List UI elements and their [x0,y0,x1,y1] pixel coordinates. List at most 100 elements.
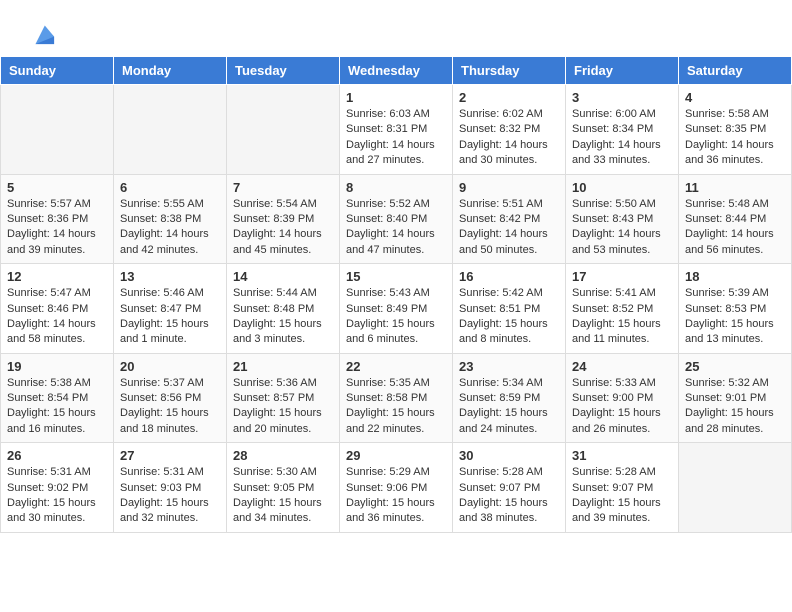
calendar-cell: 10Sunrise: 5:50 AM Sunset: 8:43 PM Dayli… [566,174,679,264]
day-number: 23 [459,359,559,374]
day-number: 20 [120,359,220,374]
day-number: 4 [685,90,785,105]
calendar-cell [679,443,792,533]
day-number: 6 [120,180,220,195]
day-info: Sunrise: 5:51 AM Sunset: 8:42 PM Dayligh… [459,197,559,259]
day-info: Sunrise: 5:31 AM Sunset: 9:03 PM Dayligh… [120,465,220,527]
day-number: 22 [346,359,446,374]
day-info: Sunrise: 5:35 AM Sunset: 8:58 PM Dayligh… [346,376,446,438]
day-info: Sunrise: 5:38 AM Sunset: 8:54 PM Dayligh… [7,376,107,438]
calendar-cell: 27 Sunrise: 5:31 AM Sunset: 9:03 PM Dayli… [114,443,227,533]
day-info: Sunrise: 5:30 AM Sunset: 9:05 PM Dayligh… [233,465,333,527]
calendar-cell: 24 Sunrise: 5:33 AM Sunset: 9:00 PM Dayli… [566,353,679,443]
weekday-header-wednesday: Wednesday [340,57,453,85]
day-info: Sunrise: 6:00 AM Sunset: 8:34 PM Dayligh… [572,107,672,169]
calendar-header: SundayMondayTuesdayWednesdayThursdayFrid… [1,57,792,85]
day-number: 17 [572,269,672,284]
day-info: Sunrise: 5:43 AM Sunset: 8:49 PM Dayligh… [346,286,446,348]
calendar-cell: 14Sunrise: 5:44 AM Sunset: 8:48 PM Dayli… [227,264,340,354]
calendar-cell: 16 Sunrise: 5:42 AM Sunset: 8:51 PM Dayli… [453,264,566,354]
day-number: 19 [7,359,107,374]
calendar-cell: 28 Sunrise: 5:30 AM Sunset: 9:05 PM Dayli… [227,443,340,533]
logo [24,18,56,46]
calendar: SundayMondayTuesdayWednesdayThursdayFrid… [0,56,792,533]
day-info: Sunrise: 5:31 AM Sunset: 9:02 PM Dayligh… [7,465,107,527]
day-number: 28 [233,448,333,463]
day-number: 13 [120,269,220,284]
day-info: Sunrise: 5:39 AM Sunset: 8:53 PM Dayligh… [685,286,785,348]
calendar-cell: 21 Sunrise: 5:36 AM Sunset: 8:57 PM Dayli… [227,353,340,443]
day-info: Sunrise: 5:41 AM Sunset: 8:52 PM Dayligh… [572,286,672,348]
page-container: SundayMondayTuesdayWednesdayThursdayFrid… [0,0,792,533]
calendar-cell: 3Sunrise: 6:00 AM Sunset: 8:34 PM Daylig… [566,85,679,175]
day-info: Sunrise: 5:47 AM Sunset: 8:46 PM Dayligh… [7,286,107,348]
day-number: 16 [459,269,559,284]
day-info: Sunrise: 5:54 AM Sunset: 8:39 PM Dayligh… [233,197,333,259]
day-number: 29 [346,448,446,463]
day-number: 25 [685,359,785,374]
weekday-header-tuesday: Tuesday [227,57,340,85]
calendar-cell: 13 Sunrise: 5:46 AM Sunset: 8:47 PM Dayli… [114,264,227,354]
calendar-cell: 29 Sunrise: 5:29 AM Sunset: 9:06 PM Dayli… [340,443,453,533]
calendar-cell: 2 Sunrise: 6:02 AM Sunset: 8:32 PM Daylig… [453,85,566,175]
calendar-cell: 31 Sunrise: 5:28 AM Sunset: 9:07 PM Dayli… [566,443,679,533]
day-number: 2 [459,90,559,105]
day-info: Sunrise: 5:44 AM Sunset: 8:48 PM Dayligh… [233,286,333,348]
calendar-cell [227,85,340,175]
day-number: 7 [233,180,333,195]
calendar-cell: 30Sunrise: 5:28 AM Sunset: 9:07 PM Dayli… [453,443,566,533]
day-info: Sunrise: 6:02 AM Sunset: 8:32 PM Dayligh… [459,107,559,169]
header [0,0,792,56]
logo-icon [28,18,56,46]
calendar-cell: 17 Sunrise: 5:41 AM Sunset: 8:52 PM Dayli… [566,264,679,354]
weekday-header-friday: Friday [566,57,679,85]
calendar-cell: 22 Sunrise: 5:35 AM Sunset: 8:58 PM Dayli… [340,353,453,443]
weekday-header-thursday: Thursday [453,57,566,85]
day-number: 10 [572,180,672,195]
calendar-cell: 9 Sunrise: 5:51 AM Sunset: 8:42 PM Daylig… [453,174,566,264]
day-info: Sunrise: 5:37 AM Sunset: 8:56 PM Dayligh… [120,376,220,438]
calendar-cell: 12Sunrise: 5:47 AM Sunset: 8:46 PM Dayli… [1,264,114,354]
calendar-body: 1Sunrise: 6:03 AM Sunset: 8:31 PM Daylig… [1,85,792,533]
calendar-cell: 1Sunrise: 6:03 AM Sunset: 8:31 PM Daylig… [340,85,453,175]
day-number: 30 [459,448,559,463]
day-number: 9 [459,180,559,195]
day-number: 31 [572,448,672,463]
header-row: SundayMondayTuesdayWednesdayThursdayFrid… [1,57,792,85]
calendar-row: 26Sunrise: 5:31 AM Sunset: 9:02 PM Dayli… [1,443,792,533]
day-info: Sunrise: 5:48 AM Sunset: 8:44 PM Dayligh… [685,197,785,259]
calendar-row: 5 Sunrise: 5:57 AM Sunset: 8:36 PM Daylig… [1,174,792,264]
calendar-row: 12Sunrise: 5:47 AM Sunset: 8:46 PM Dayli… [1,264,792,354]
day-info: Sunrise: 5:46 AM Sunset: 8:47 PM Dayligh… [120,286,220,348]
calendar-row: 19 Sunrise: 5:38 AM Sunset: 8:54 PM Dayli… [1,353,792,443]
calendar-cell: 7 Sunrise: 5:54 AM Sunset: 8:39 PM Daylig… [227,174,340,264]
calendar-cell [114,85,227,175]
weekday-header-sunday: Sunday [1,57,114,85]
calendar-cell: 19 Sunrise: 5:38 AM Sunset: 8:54 PM Dayli… [1,353,114,443]
day-number: 5 [7,180,107,195]
calendar-cell [1,85,114,175]
day-number: 11 [685,180,785,195]
day-info: Sunrise: 5:33 AM Sunset: 9:00 PM Dayligh… [572,376,672,438]
calendar-cell: 6Sunrise: 5:55 AM Sunset: 8:38 PM Daylig… [114,174,227,264]
day-number: 15 [346,269,446,284]
calendar-cell: 18Sunrise: 5:39 AM Sunset: 8:53 PM Dayli… [679,264,792,354]
day-info: Sunrise: 5:34 AM Sunset: 8:59 PM Dayligh… [459,376,559,438]
day-info: Sunrise: 5:42 AM Sunset: 8:51 PM Dayligh… [459,286,559,348]
day-info: Sunrise: 5:36 AM Sunset: 8:57 PM Dayligh… [233,376,333,438]
day-info: Sunrise: 5:57 AM Sunset: 8:36 PM Dayligh… [7,197,107,259]
calendar-cell: 26Sunrise: 5:31 AM Sunset: 9:02 PM Dayli… [1,443,114,533]
calendar-cell: 11 Sunrise: 5:48 AM Sunset: 8:44 PM Dayli… [679,174,792,264]
calendar-cell: 20 Sunrise: 5:37 AM Sunset: 8:56 PM Dayli… [114,353,227,443]
day-info: Sunrise: 5:28 AM Sunset: 9:07 PM Dayligh… [572,465,672,527]
calendar-cell: 8Sunrise: 5:52 AM Sunset: 8:40 PM Daylig… [340,174,453,264]
weekday-header-saturday: Saturday [679,57,792,85]
day-info: Sunrise: 5:52 AM Sunset: 8:40 PM Dayligh… [346,197,446,259]
day-info: Sunrise: 5:32 AM Sunset: 9:01 PM Dayligh… [685,376,785,438]
day-number: 27 [120,448,220,463]
calendar-cell: 5 Sunrise: 5:57 AM Sunset: 8:36 PM Daylig… [1,174,114,264]
day-number: 24 [572,359,672,374]
day-info: Sunrise: 5:29 AM Sunset: 9:06 PM Dayligh… [346,465,446,527]
day-number: 21 [233,359,333,374]
calendar-cell: 23 Sunrise: 5:34 AM Sunset: 8:59 PM Dayli… [453,353,566,443]
